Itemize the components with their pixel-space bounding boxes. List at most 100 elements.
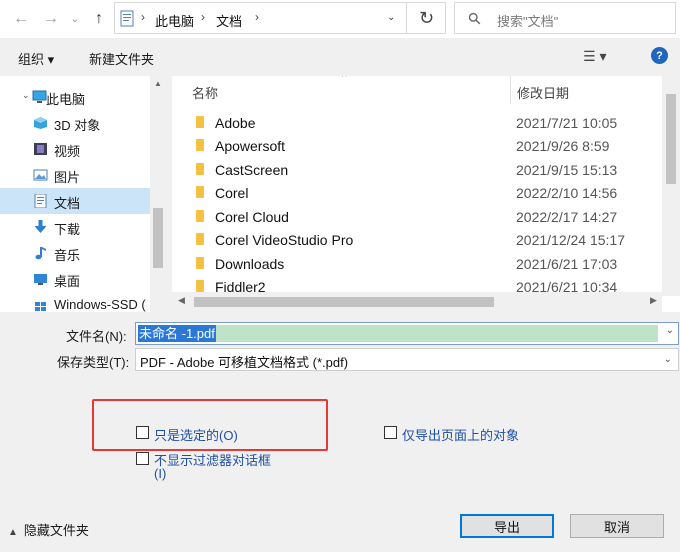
file-modified: 2022/2/10 14:56: [516, 185, 618, 201]
no-filter-dialog-label[interactable]: 不显示过滤器对话框: [154, 450, 271, 469]
address-bar[interactable]: › 此电脑 › 文档 › ⌄: [114, 2, 446, 34]
view-options-icon[interactable]: ☰ ▾: [583, 48, 606, 65]
search-icon: ⚲: [465, 9, 486, 30]
folder-icon: [196, 233, 204, 245]
refresh-icon: ↻: [418, 7, 435, 28]
file-name: Downloads: [215, 256, 285, 272]
document-icon: [34, 194, 47, 208]
column-modified-header[interactable]: 修改日期: [517, 83, 569, 102]
file-name: Corel: [215, 185, 249, 201]
folder-icon: [196, 257, 204, 269]
sort-ascending-icon: ^: [342, 76, 347, 83]
breadcrumb-documents[interactable]: 文档: [216, 11, 242, 30]
documents-location-icon: [120, 10, 134, 27]
file-list-horizontal-scrollbar[interactable]: ◀ ▶: [172, 292, 662, 312]
no-filter-dialog-checkbox[interactable]: [136, 452, 149, 465]
filetype-value: PDF - Adobe 可移植文档格式 (*.pdf): [140, 355, 349, 370]
expand-chevron-icon[interactable]: ⌄: [22, 90, 30, 101]
nav-item-label: 下载: [54, 222, 81, 237]
nav-item-music[interactable]: 音乐: [0, 240, 150, 266]
music-note-icon: [35, 247, 46, 260]
filetype-label: 保存类型(T):: [57, 355, 130, 370]
column-name-header[interactable]: 名称: [192, 83, 218, 102]
nav-item-label: 视频: [54, 144, 81, 159]
horizontal-scrollbar-thumb[interactable]: [194, 297, 494, 307]
chevron-down-icon[interactable]: ⌄: [666, 325, 674, 336]
new-folder-button[interactable]: 新建文件夹: [89, 49, 154, 68]
film-icon: [34, 143, 47, 155]
nav-item-label: 桌面: [54, 274, 81, 289]
search-input[interactable]: ⚲ 搜索"文档": [454, 2, 676, 34]
scroll-right-icon[interactable]: ▶: [650, 295, 657, 306]
no-filter-dialog-label-shortcut[interactable]: (I): [154, 466, 166, 481]
back-arrow-icon[interactable]: ←: [10, 8, 32, 30]
only-selected-label[interactable]: 只是选定的(O): [154, 425, 238, 444]
nav-scrollbar[interactable]: ▲: [150, 76, 166, 312]
download-arrow-icon: [34, 220, 47, 233]
column-header: ^ 名称 修改日期: [172, 76, 662, 104]
table-row[interactable]: Corel Cloud 2022/2/17 14:27: [172, 205, 662, 228]
address-dropdown-icon[interactable]: ⌄: [387, 12, 395, 23]
vertical-scrollbar-thumb[interactable]: [666, 94, 676, 184]
nav-item-documents[interactable]: 文档: [0, 188, 150, 214]
cancel-button[interactable]: 取消: [570, 514, 664, 538]
nav-item-label: 图片: [54, 170, 81, 185]
up-arrow-icon[interactable]: ↑: [88, 8, 110, 30]
folder-icon: [196, 210, 204, 222]
folder-icon: [196, 116, 204, 128]
nav-item-label: 此电脑: [46, 92, 86, 107]
forward-arrow-icon[interactable]: →: [40, 8, 62, 30]
table-row[interactable]: Apowersoft 2021/9/26 8:59: [172, 134, 662, 157]
chevron-down-icon[interactable]: ⌄: [664, 354, 672, 365]
nav-item-label: 文档: [54, 196, 81, 211]
table-row[interactable]: CastScreen 2021/9/15 15:13: [172, 158, 662, 181]
nav-item-pictures[interactable]: 图片: [0, 162, 150, 188]
nav-item-label: Windows-SSD (: [54, 297, 146, 312]
nav-item-3d-objects[interactable]: 3D 对象: [0, 110, 150, 136]
refresh-button[interactable]: ↻: [406, 2, 446, 34]
table-row[interactable]: Corel VideoStudio Pro 2021/12/24 15:17: [172, 228, 662, 251]
hide-folders-label: 隐藏文件夹: [23, 523, 89, 538]
table-row[interactable]: Adobe 2021/7/21 10:05: [172, 111, 662, 134]
nav-scrollbar-thumb[interactable]: [153, 208, 163, 268]
file-list: ^ 名称 修改日期 Adobe 2021/7/21 10:05 Apowerso…: [172, 76, 680, 312]
file-name: Corel VideoStudio Pro: [215, 232, 354, 248]
export-page-objects-label[interactable]: 仅导出页面上的对象: [402, 425, 519, 444]
nav-item-windows-ssd[interactable]: Windows-SSD (: [0, 292, 150, 312]
file-modified: 2021/7/21 10:05: [516, 115, 618, 131]
nav-item-downloads[interactable]: 下载: [0, 214, 150, 240]
breadcrumb-this-pc[interactable]: 此电脑: [155, 11, 194, 30]
table-row[interactable]: Downloads 2021/6/21 17:03: [172, 252, 662, 275]
breadcrumb-separator-icon: ›: [141, 10, 145, 24]
organize-button[interactable]: 组织 ▾: [18, 49, 54, 68]
drive-icon: [35, 302, 46, 311]
filename-field[interactable]: 未命名 -1.pdf ⌄: [135, 322, 679, 345]
column-divider[interactable]: [510, 76, 511, 104]
file-modified: 2021/6/21 17:03: [516, 256, 618, 272]
filetype-select[interactable]: PDF - Adobe 可移植文档格式 (*.pdf) ⌄: [135, 348, 679, 371]
only-selected-checkbox[interactable]: [136, 426, 149, 439]
hide-folders-toggle[interactable]: ▲ 隐藏文件夹: [8, 520, 89, 539]
filename-value: 未命名 -1.pdf: [138, 325, 216, 342]
chevron-up-icon: ▲: [8, 527, 18, 538]
folder-icon: [196, 139, 204, 151]
file-list-vertical-scrollbar[interactable]: [662, 76, 680, 296]
breadcrumb-separator-icon: ›: [201, 10, 205, 24]
file-name: CastScreen: [215, 162, 289, 178]
scroll-left-icon[interactable]: ◀: [178, 295, 185, 306]
export-button[interactable]: 导出: [460, 514, 554, 538]
file-modified: 2021/9/15 15:13: [516, 162, 618, 178]
file-modified: 2021/9/26 8:59: [516, 138, 610, 154]
nav-item-this-pc[interactable]: ⌄ 此电脑: [0, 84, 150, 110]
file-modified: 2022/2/17 14:27: [516, 209, 618, 225]
folder-icon: [196, 280, 204, 292]
recent-chevron-icon[interactable]: ⌄: [64, 8, 86, 30]
export-page-objects-checkbox[interactable]: [384, 426, 397, 439]
nav-item-videos[interactable]: 视频: [0, 136, 150, 162]
table-row[interactable]: Corel 2022/2/10 14:56: [172, 181, 662, 204]
file-name: Apowersoft: [215, 138, 286, 154]
filename-label: 文件名(N):: [66, 329, 127, 344]
scroll-up-icon[interactable]: ▲: [154, 79, 162, 88]
help-icon[interactable]: ?: [651, 47, 668, 64]
nav-item-desktop[interactable]: 桌面: [0, 266, 150, 292]
